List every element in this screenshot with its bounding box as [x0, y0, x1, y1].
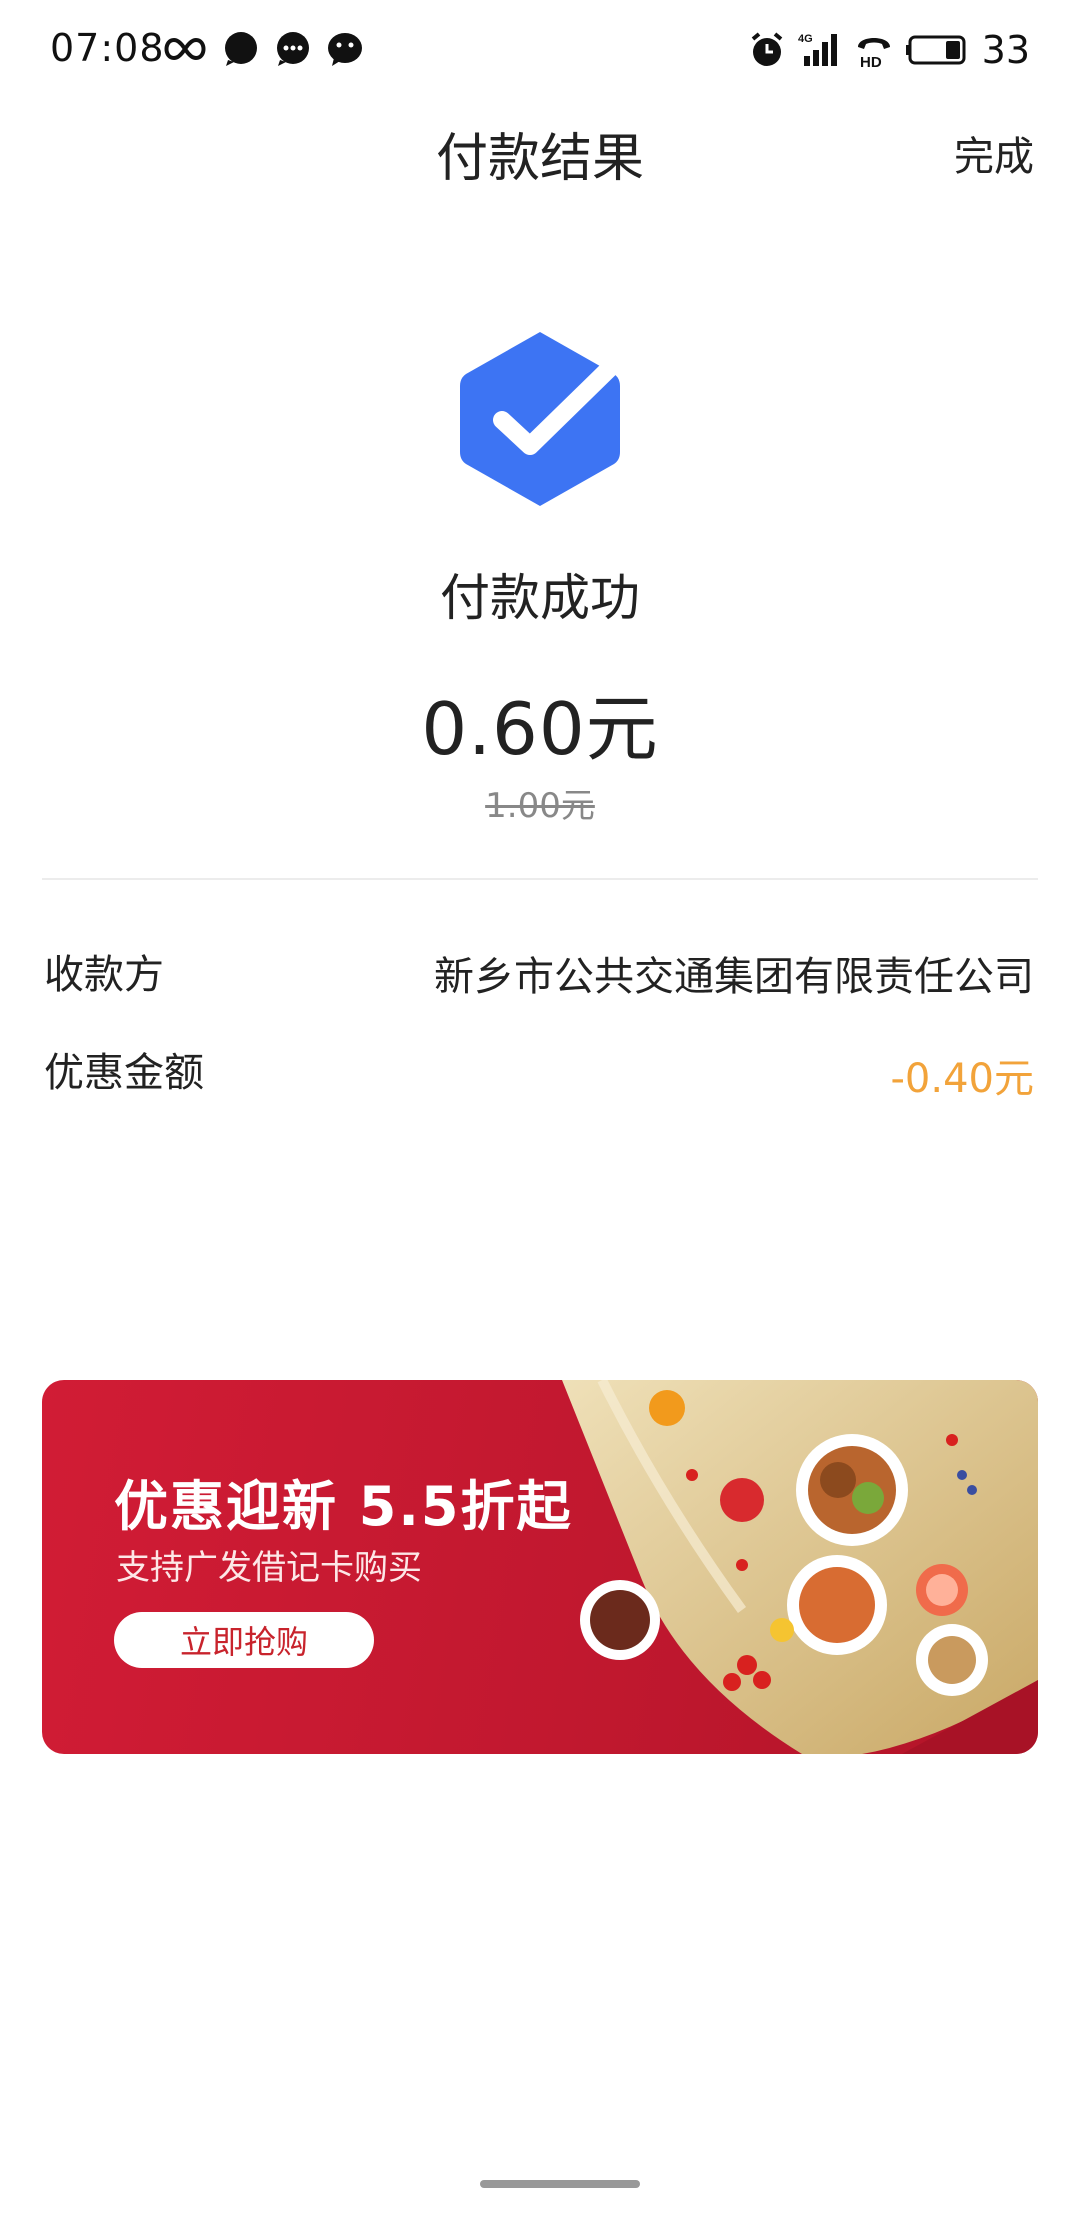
banner-subtitle: 支持广发借记卡购买 — [116, 1548, 422, 1588]
svg-text:4G: 4G — [798, 33, 813, 45]
page-title: 付款结果 — [435, 129, 644, 189]
paid-amount: 0.60元 — [421, 687, 659, 771]
svg-text:HD: HD — [860, 54, 882, 69]
check-badge-icon — [460, 332, 622, 506]
status-bar: 07:08 4G HD 33 — [0, 0, 1080, 110]
message-dots-icon — [277, 32, 309, 66]
battery-level: 33 — [981, 28, 1030, 72]
alarm-icon — [751, 32, 782, 66]
notification-icons — [162, 30, 364, 68]
chat-bubble-icon — [225, 32, 257, 66]
header: 付款结果 完成 — [0, 110, 1080, 210]
wechat-icon — [328, 33, 362, 66]
system-icons: 4G HD 33 — [748, 28, 1030, 72]
buy-now-button[interactable]: 立即抢购 — [114, 1612, 374, 1668]
hd-call-icon: HD — [857, 38, 890, 69]
discount-value: -0.40元 — [890, 1056, 1035, 1102]
battery-icon — [905, 35, 966, 65]
payee-label: 收款方 — [44, 952, 164, 998]
divider — [42, 878, 1038, 880]
status-time: 07:08 — [50, 26, 165, 70]
banner-title: 优惠迎新 5.5折起 — [114, 1475, 573, 1538]
infinity-icon — [164, 37, 206, 61]
promo-banner[interactable]: 优惠迎新 5.5折起 支持广发借记卡购买 立即抢购 — [42, 1380, 1038, 1754]
home-indicator[interactable] — [480, 2180, 640, 2188]
original-amount: 1.00元 — [485, 786, 595, 826]
discount-label: 优惠金额 — [44, 1050, 204, 1096]
signal-4g-icon: 4G — [798, 33, 837, 66]
done-button[interactable]: 完成 — [954, 124, 1034, 182]
payment-status: 付款成功 — [440, 569, 640, 627]
payee-value: 新乡市公共交通集团有限责任公司 — [434, 954, 1034, 1000]
